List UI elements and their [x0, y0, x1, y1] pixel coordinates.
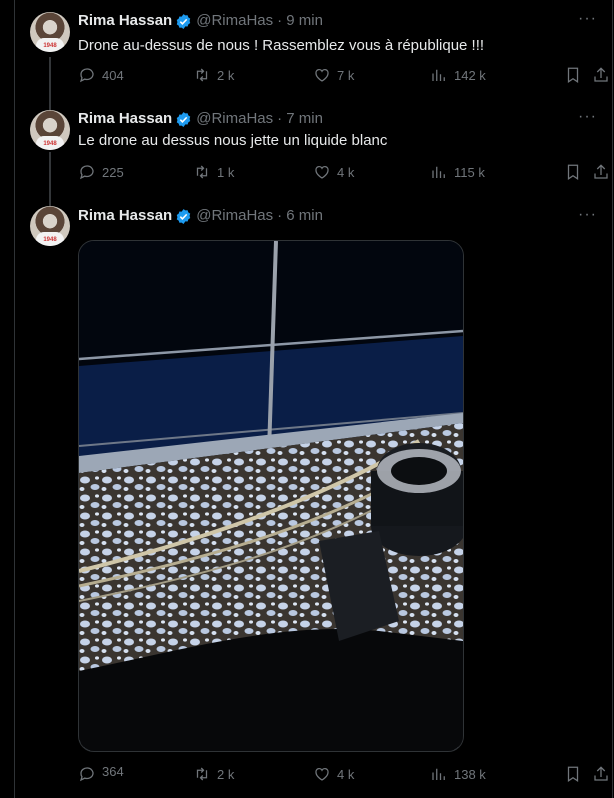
more-icon[interactable]: ···	[578, 10, 598, 28]
retweet-button[interactable]: 2 k	[193, 765, 234, 783]
avatar[interactable]: 1948	[30, 206, 70, 246]
tweet-header: Rima Hassan @RimaHas · 6 min	[78, 206, 323, 226]
views-icon	[432, 69, 445, 81]
reply-count: 364	[102, 763, 124, 779]
retweet-button[interactable]: 1 k	[193, 163, 234, 181]
author-handle[interactable]: @RimaHas	[196, 109, 273, 129]
like-count: 4 k	[337, 164, 355, 180]
verified-badge-icon	[176, 111, 191, 127]
bookmark-button[interactable]	[564, 66, 582, 84]
retweet-button[interactable]: 2 k	[193, 66, 234, 84]
thread-connector	[49, 57, 51, 113]
reply-icon	[79, 767, 94, 782]
timeline-border-right	[612, 0, 613, 798]
share-button[interactable]	[592, 163, 610, 181]
share-button[interactable]	[592, 765, 610, 783]
timestamp[interactable]: · 9 min	[277, 11, 323, 31]
like-button[interactable]: 4 k	[313, 765, 354, 783]
author-name[interactable]: Rima Hassan	[78, 206, 172, 226]
verified-badge-icon	[176, 208, 191, 224]
timeline-border-left	[14, 0, 15, 798]
tweet-video-media[interactable]	[78, 240, 464, 752]
retweet-count: 1 k	[217, 164, 235, 180]
avatar-shirt-number: 1948	[43, 237, 57, 243]
reply-icon	[79, 68, 94, 83]
author-handle[interactable]: @RimaHas	[196, 206, 273, 226]
reply-icon	[79, 165, 94, 180]
reply-count: 404	[102, 67, 124, 83]
views-icon	[432, 768, 445, 780]
bookmark-icon	[567, 164, 579, 180]
reply-count: 225	[102, 164, 124, 180]
timestamp[interactable]: · 6 min	[277, 206, 323, 226]
views-icon	[432, 166, 445, 178]
tweet-header: Rima Hassan @RimaHas · 9 min	[78, 11, 323, 31]
like-icon	[315, 68, 329, 82]
bookmark-button[interactable]	[564, 163, 582, 181]
share-icon	[594, 766, 608, 781]
views-count: 138 k	[454, 766, 486, 782]
tweet-actions: 404 2 k 7 k 142 k	[78, 66, 608, 86]
like-icon	[315, 767, 329, 781]
like-button[interactable]: 4 k	[313, 163, 354, 181]
views-button[interactable]: 142 k	[430, 66, 486, 84]
avatar-shirt-number: 1948	[43, 141, 57, 147]
more-icon[interactable]: ···	[578, 206, 598, 224]
reply-button[interactable]: 364	[78, 763, 124, 783]
author-name[interactable]: Rima Hassan	[78, 109, 172, 129]
author-handle[interactable]: @RimaHas	[196, 11, 273, 31]
reply-button[interactable]: 404	[78, 66, 124, 84]
more-icon[interactable]: ···	[578, 108, 598, 126]
retweet-icon	[196, 767, 208, 781]
share-icon	[594, 67, 608, 82]
tweet-text: Le drone au dessus nous jette un liquide…	[78, 132, 388, 149]
views-count: 142 k	[454, 67, 486, 83]
tweet-header: Rima Hassan @RimaHas · 7 min	[78, 109, 323, 129]
timestamp[interactable]: · 7 min	[277, 109, 323, 129]
author-name[interactable]: Rima Hassan	[78, 11, 172, 31]
tweet-actions: 364 2 k 4 k 138 k	[78, 763, 608, 785]
tweet-actions: 225 1 k 4 k 115 k	[78, 163, 608, 183]
reply-button[interactable]: 225	[78, 163, 124, 181]
avatar-shirt-number: 1948	[43, 43, 57, 49]
like-icon	[315, 165, 329, 179]
avatar[interactable]: 1948	[30, 110, 70, 150]
share-icon	[594, 164, 608, 179]
share-button[interactable]	[592, 66, 610, 84]
retweet-count: 2 k	[217, 67, 235, 83]
boat-deck-image	[79, 241, 463, 751]
like-button[interactable]: 7 k	[313, 66, 354, 84]
bookmark-button[interactable]	[564, 765, 582, 783]
bookmark-icon	[567, 766, 579, 782]
like-count: 4 k	[337, 766, 355, 782]
avatar[interactable]: 1948	[30, 12, 70, 52]
retweet-count: 2 k	[217, 766, 235, 782]
like-count: 7 k	[337, 67, 355, 83]
retweet-icon	[196, 165, 208, 179]
views-button[interactable]: 115 k	[430, 163, 485, 181]
tweet-text: Drone au-dessus de nous ! Rassemblez vou…	[78, 37, 485, 54]
views-count: 115 k	[454, 164, 485, 180]
verified-badge-icon	[176, 13, 191, 29]
thread-connector	[49, 152, 51, 206]
retweet-icon	[196, 68, 208, 82]
views-button[interactable]: 138 k	[430, 765, 486, 783]
bookmark-icon	[567, 67, 579, 83]
